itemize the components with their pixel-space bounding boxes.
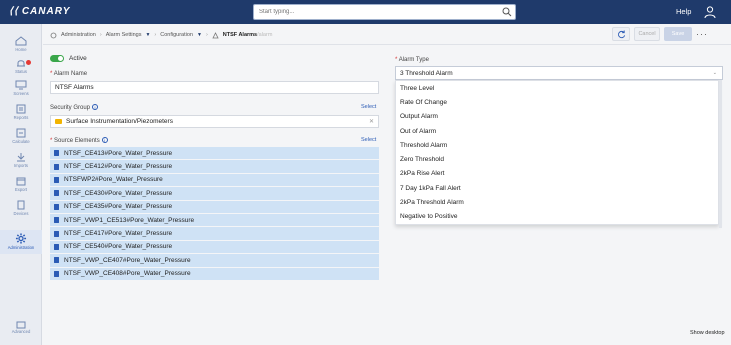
alarm-type-dropdown: Three Level Rate Of Change Output Alarm … — [395, 80, 719, 225]
alarm-name-label: * Alarm Name — [50, 71, 88, 77]
list-item[interactable]: NTSF_CE435#Pore_Water_Pressure — [50, 200, 379, 214]
devices-icon — [17, 200, 25, 210]
sidebar-item-home[interactable]: Home — [0, 36, 42, 56]
alarm-type-label: * Alarm Type — [395, 57, 429, 63]
sidebar-bottom-item[interactable]: Advanced — [5, 321, 37, 334]
refresh-icon — [617, 29, 625, 38]
element-icon — [54, 190, 59, 197]
folder-icon — [55, 119, 62, 124]
element-icon — [54, 257, 59, 264]
list-item[interactable]: NTSFWP2#Pore_Water_Pressure — [50, 173, 379, 188]
search-icon[interactable] — [502, 7, 512, 19]
search-input[interactable] — [254, 5, 494, 19]
info-icon[interactable]: i — [92, 104, 99, 110]
element-icon — [54, 243, 59, 250]
dropdown-option[interactable]: Negative to Positive — [396, 210, 718, 224]
notification-badge — [26, 60, 31, 65]
home-icon — [15, 36, 27, 46]
cancel-button[interactable]: Cancel — [634, 27, 660, 41]
sidebar-item-imports[interactable]: Imports — [0, 152, 42, 172]
dropdown-option[interactable]: 2kPa Threshold Alarm — [396, 195, 718, 209]
sidebar-item-reports[interactable]: Reports — [0, 104, 42, 124]
element-icon — [54, 163, 59, 170]
list-item[interactable]: NTSF_CE412#Pore_Water_Pressure — [50, 160, 379, 174]
user-icon[interactable] — [703, 5, 717, 21]
security-group-field[interactable]: Surface Instrumentation/Piezometers ✕ — [50, 115, 379, 128]
sidebar-item-status[interactable]: Status — [0, 58, 42, 78]
list-item[interactable]: NTSF_CE413#Pore_Water_Pressure — [50, 147, 379, 161]
settings-icon — [16, 321, 26, 329]
clear-icon[interactable]: ✕ — [369, 118, 374, 125]
dropdown-option[interactable]: Zero Threshold — [396, 152, 718, 166]
sidebar-item-screens[interactable]: Screens — [0, 80, 42, 100]
list-item[interactable]: NTSF_CE417#Pore_Water_Pressure — [50, 227, 379, 241]
breadcrumb-root[interactable]: Administration — [61, 32, 96, 38]
alarm-type-select[interactable]: 3 Threshold Alarm ⌄ — [395, 66, 723, 80]
element-icon — [54, 230, 59, 237]
list-item[interactable]: NTSF_CE540#Pore_Water_Pressure — [50, 240, 379, 255]
header-actions: Cancel Save ··· — [612, 27, 708, 41]
dropdown-option[interactable]: Three Level — [396, 81, 718, 95]
calculate-icon — [16, 128, 26, 138]
alarm-icon — [212, 31, 219, 38]
source-elements-list: NTSF_CE413#Pore_Water_Pressure NTSF_CE41… — [50, 147, 379, 281]
breadcrumb-current: NTSF Alarms — [222, 32, 258, 38]
element-icon — [54, 217, 59, 224]
screens-icon — [15, 80, 27, 90]
save-button[interactable]: Save — [664, 27, 692, 41]
security-group-label: Security Group i — [50, 104, 99, 111]
help-link[interactable]: Help — [676, 7, 691, 16]
breadcrumb: Administration › Alarm Settings ▼ › Conf… — [50, 30, 272, 40]
breadcrumb-current-suffix: /alarm — [257, 32, 273, 38]
dropdown-option[interactable]: Output Alarm — [396, 110, 718, 124]
refresh-button[interactable] — [612, 27, 630, 41]
sidebar-item-administration[interactable]: Administration — [0, 230, 42, 254]
list-item[interactable]: NTSF_CE430#Pore_Water_Pressure — [50, 187, 379, 201]
dropdown-option[interactable]: Out of Alarm — [396, 124, 718, 138]
more-options-icon[interactable]: ··· — [696, 29, 708, 39]
active-toggle[interactable] — [50, 55, 64, 62]
dropdown-option[interactable]: Threshold Alarm — [396, 138, 718, 152]
element-icon — [54, 203, 59, 210]
dropdown-option[interactable]: 7 Day 1kPa Fall Alert — [396, 181, 718, 195]
sidebar-item-calculate[interactable]: Calculate — [0, 128, 42, 148]
sidebar: Home Status Screens Reports Calculate Im… — [0, 24, 42, 345]
source-elements-label: * Source Elements i — [50, 137, 108, 144]
dropdown-option[interactable]: Rate Of Change — [396, 95, 718, 109]
logo-text: CANARY — [21, 6, 71, 17]
header-divider — [43, 44, 731, 45]
alarm-name-field[interactable]: NTSF Alarms — [50, 81, 379, 94]
list-item[interactable]: NTSF_VWP_CE407#Pore_Water_Pressure — [50, 254, 379, 268]
sidebar-item-devices[interactable]: Devices — [0, 200, 42, 220]
global-search[interactable] — [253, 4, 516, 20]
source-elements-select-link[interactable]: Select — [361, 137, 376, 143]
list-item[interactable]: NTSF_VWP1_CE513#Pore_Water_Pressure — [50, 213, 379, 228]
administration-icon — [50, 32, 57, 38]
breadcrumb-alarm-settings[interactable]: Alarm Settings — [106, 32, 142, 38]
chevron-down-icon[interactable]: ⌄ — [713, 70, 717, 76]
security-group-select-link[interactable]: Select — [361, 104, 376, 110]
top-bar: ⟨⟨ CANARY Help — [0, 0, 731, 24]
active-label: Active — [69, 55, 87, 62]
canary-logo[interactable]: ⟨⟨ CANARY — [9, 6, 70, 17]
show-desktop-label[interactable]: Show desktop — [690, 330, 725, 336]
element-icon — [54, 270, 59, 277]
dropdown-option[interactable]: 2kPa Rise Alert — [396, 167, 718, 181]
chevron-down-icon[interactable]: ▼ — [197, 32, 202, 38]
active-toggle-row: Active — [50, 55, 87, 62]
gear-icon — [15, 233, 27, 244]
info-icon[interactable]: i — [101, 137, 108, 143]
chevron-down-icon[interactable]: ▼ — [145, 32, 150, 38]
logo-mark-icon: ⟨⟨ — [9, 6, 19, 17]
list-item[interactable]: NTSF_VWP_CE408#Pore_Water_Pressure — [50, 267, 379, 281]
element-icon — [54, 176, 59, 183]
dropdown-scrollbar[interactable] — [719, 80, 722, 228]
element-icon — [54, 150, 59, 157]
sidebar-item-export[interactable]: Export — [0, 176, 42, 196]
export-icon — [16, 177, 26, 186]
breadcrumb-configuration[interactable]: Configuration — [160, 32, 193, 38]
imports-icon — [17, 153, 25, 162]
reports-icon — [16, 104, 26, 114]
